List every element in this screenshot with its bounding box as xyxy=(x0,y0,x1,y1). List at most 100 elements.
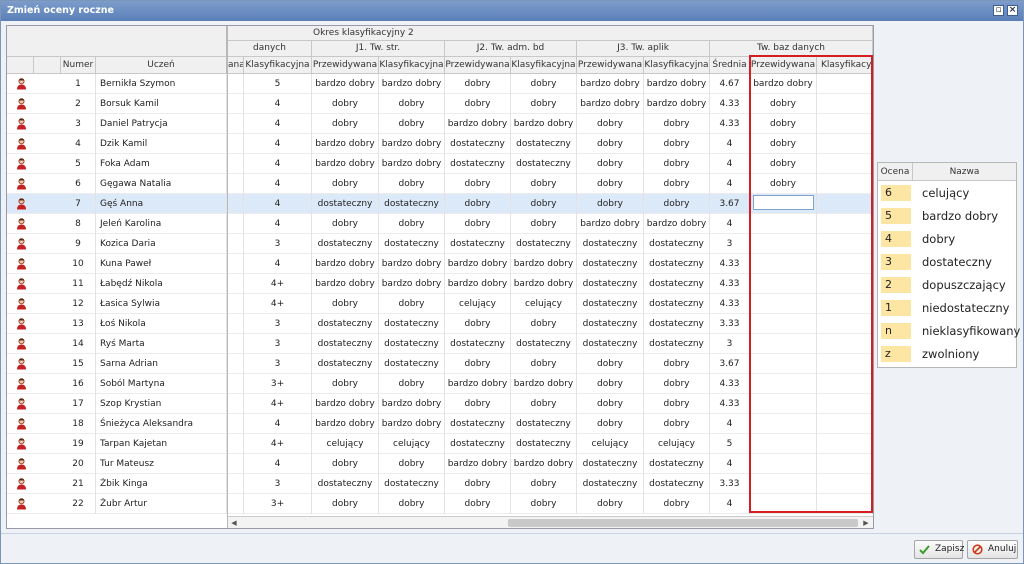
cell-tw-klasyfikacyjna[interactable] xyxy=(817,354,873,374)
cell-tw-klasyfikacyjna[interactable] xyxy=(817,394,873,414)
cell-tw-przewidywana[interactable] xyxy=(750,314,817,334)
cell-tw-klasyfikacyjna[interactable] xyxy=(817,314,873,334)
header-numer[interactable]: Numer xyxy=(61,57,96,74)
table-row[interactable]: 7 Gęś Anna 4 dostateczny dostateczny dobry dob… xyxy=(7,194,873,214)
table-row[interactable]: 3 Daniel Patrycja 4 dobry dobry bardzo dobry b… xyxy=(7,114,873,134)
cell-tw-przewidywana[interactable]: dobry xyxy=(750,154,817,174)
cell-tw-przewidywana[interactable] xyxy=(750,334,817,354)
table-row[interactable]: 1 Bernikła Szymon 5 bardzo dobry bardzo dobr… xyxy=(7,74,873,94)
table-row[interactable]: 16 Soból Martyna 3+ dobry dobry bardzo dobry b… xyxy=(7,374,873,394)
table-row[interactable]: 18 Śnieżyca Aleksandra 4 bardzo dobry bardzo… xyxy=(7,414,873,434)
cell-j2-klasyfikacyjna: dobry xyxy=(511,194,577,214)
cell-tw-przewidywana[interactable]: dobry xyxy=(750,114,817,134)
header-j3-przewidywana[interactable]: Przewidywana xyxy=(577,57,644,74)
cell-tw-klasyfikacyjna[interactable] xyxy=(817,414,873,434)
cell-tw-klasyfikacyjna[interactable] xyxy=(817,94,873,114)
table-row[interactable]: 21 Żbik Kinga 3 dostateczny dostateczny dobry… xyxy=(7,474,873,494)
cell-tw-przewidywana[interactable] xyxy=(750,354,817,374)
table-row[interactable]: 6 Gęgawa Natalia 4 dobry dobry dobry dobry dobr… xyxy=(7,174,873,194)
cell-tw-przewidywana[interactable]: dobry xyxy=(750,94,817,114)
table-row[interactable]: 13 Łoś Nikola 3 dostateczny dostateczny dobry… xyxy=(7,314,873,334)
cell-tw-przewidywana[interactable] xyxy=(750,394,817,414)
header-partial-col[interactable]: ana xyxy=(228,57,244,74)
cell-tw-przewidywana[interactable] xyxy=(750,294,817,314)
cell-numer: 13 xyxy=(61,314,96,334)
table-row[interactable]: 4 Dzik Kamil 4 bardzo dobry bardzo dobry dost… xyxy=(7,134,873,154)
cell-tw-przewidywana[interactable] xyxy=(750,474,817,494)
cell-tw-klasyfikacyjna[interactable] xyxy=(817,74,873,94)
scroll-right-icon[interactable]: ▶ xyxy=(860,517,872,528)
header-klasyfikacyjna-0[interactable]: Klasyfikacyjna xyxy=(244,57,312,74)
cell-tw-klasyfikacyjna[interactable] xyxy=(817,234,873,254)
cell-tw-przewidywana[interactable] xyxy=(750,454,817,474)
legend-item[interactable]: 1 niedostateczny xyxy=(878,297,1016,320)
header-j2-klasyfikacyjna[interactable]: Klasyfikacyjna xyxy=(511,57,577,74)
cell-tw-klasyfikacyjna[interactable] xyxy=(817,374,873,394)
table-row[interactable]: 12 Łasica Sylwia 4+ dobry dobry celujący celuj… xyxy=(7,294,873,314)
cell-tw-klasyfikacyjna[interactable] xyxy=(817,474,873,494)
header-tw-klasyfikacyjna[interactable]: Klasyfikacyjn xyxy=(817,57,873,74)
cell-tw-klasyfikacyjna[interactable] xyxy=(817,254,873,274)
cell-tw-przewidywana[interactable]: dobry xyxy=(750,134,817,154)
cell-j2-przewidywana: dostateczny xyxy=(445,234,511,254)
legend-item[interactable]: 4 dobry xyxy=(878,228,1016,251)
cell-tw-klasyfikacyjna[interactable] xyxy=(817,434,873,454)
table-row[interactable]: 19 Tarpan Kajetan 4+ celujący celujący dostat… xyxy=(7,434,873,454)
header-j2-przewidywana[interactable]: Przewidywana xyxy=(445,57,511,74)
cell-tw-przewidywana[interactable] xyxy=(750,254,817,274)
header-srednia[interactable]: Średnia xyxy=(710,57,750,74)
table-row[interactable]: 10 Kuna Paweł 4 bardzo dobry bardzo dobry bar… xyxy=(7,254,873,274)
cell-tw-klasyfikacyjna[interactable] xyxy=(817,194,873,214)
table-row[interactable]: 11 Łabędź Nikola 4+ bardzo dobry bardzo dobr… xyxy=(7,274,873,294)
header-j1-przewidywana[interactable]: Przewidywana xyxy=(312,57,379,74)
header-j3-klasyfikacyjna[interactable]: Klasyfikacyjna xyxy=(644,57,710,74)
cell-tw-klasyfikacyjna[interactable] xyxy=(817,134,873,154)
table-row[interactable]: 9 Kozica Daria 3 dostateczny dostateczny dost… xyxy=(7,234,873,254)
horizontal-scrollbar[interactable]: ◀ ▶ xyxy=(228,516,873,528)
cell-tw-klasyfikacyjna[interactable] xyxy=(817,494,873,514)
cancel-button[interactable]: Anuluj xyxy=(967,540,1018,559)
cell-tw-przewidywana[interactable] xyxy=(750,414,817,434)
cell-tw-klasyfikacyjna[interactable] xyxy=(817,334,873,354)
cell-tw-przewidywana[interactable] xyxy=(750,234,817,254)
legend-item[interactable]: 5 bardzo dobry xyxy=(878,205,1016,228)
maximize-icon[interactable]: ▫ xyxy=(993,5,1004,16)
cell-j1-przewidywana: bardzo dobry xyxy=(312,154,379,174)
header-j1-klasyfikacyjna[interactable]: Klasyfikacyjna xyxy=(379,57,445,74)
cell-tw-klasyfikacyjna[interactable] xyxy=(817,154,873,174)
legend-item[interactable]: 3 dostateczny xyxy=(878,251,1016,274)
table-row[interactable]: 15 Sarna Adrian 3 dostateczny dostateczny dob… xyxy=(7,354,873,374)
table-row[interactable]: 8 Jeleń Karolina 4 dobry dobry dobry dobry bard… xyxy=(7,214,873,234)
cell-tw-przewidywana[interactable] xyxy=(750,274,817,294)
scroll-left-icon[interactable]: ◀ xyxy=(228,517,240,528)
table-row[interactable]: 14 Ryś Marta 3 dostateczny dostateczny dostat… xyxy=(7,334,873,354)
header-tw-przewidywana[interactable]: Przewidywana xyxy=(750,57,817,74)
table-row[interactable]: 22 Żubr Artur 3+ dobry dobry dobry dobry dobry d… xyxy=(7,494,873,514)
close-icon[interactable]: × xyxy=(1007,5,1018,16)
cell-tw-klasyfikacyjna[interactable] xyxy=(817,114,873,134)
grade-input-field[interactable] xyxy=(753,195,814,210)
cell-klasyfikacyjna-0: 3 xyxy=(244,354,312,374)
cell-tw-klasyfikacyjna[interactable] xyxy=(817,274,873,294)
cell-tw-przewidywana[interactable] xyxy=(750,374,817,394)
legend-item[interactable]: z zwolniony xyxy=(878,343,1016,366)
table-row[interactable]: 17 Szop Krystian 4+ bardzo dobry bardzo dobr… xyxy=(7,394,873,414)
cell-tw-przewidywana[interactable]: dobry xyxy=(750,174,817,194)
cell-tw-przewidywana[interactable] xyxy=(750,434,817,454)
legend-item[interactable]: n nieklasyfikowany xyxy=(878,320,1020,343)
table-row[interactable]: 2 Borsuk Kamil 4 dobry dobry dobry dobry bardzo… xyxy=(7,94,873,114)
cell-tw-klasyfikacyjna[interactable] xyxy=(817,214,873,234)
header-uczen[interactable]: Uczeń xyxy=(96,57,227,74)
legend-item[interactable]: 6 celujący xyxy=(878,182,1016,205)
save-button[interactable]: Zapisz xyxy=(914,540,964,559)
cell-tw-przewidywana[interactable] xyxy=(750,214,817,234)
cell-tw-klasyfikacyjna[interactable] xyxy=(817,294,873,314)
cell-tw-klasyfikacyjna[interactable] xyxy=(817,174,873,194)
table-row[interactable]: 5 Foka Adam 4 bardzo dobry bardzo dobry dosta… xyxy=(7,154,873,174)
table-row[interactable]: 20 Tur Mateusz 4 dobry dobry bardzo dobry bard… xyxy=(7,454,873,474)
cell-tw-przewidywana[interactable]: bardzo dobry xyxy=(750,74,817,94)
legend-item[interactable]: 2 dopuszczający xyxy=(878,274,1016,297)
cell-tw-przewidywana[interactable] xyxy=(750,494,817,514)
scroll-thumb[interactable] xyxy=(508,519,858,527)
cell-tw-klasyfikacyjna[interactable] xyxy=(817,454,873,474)
